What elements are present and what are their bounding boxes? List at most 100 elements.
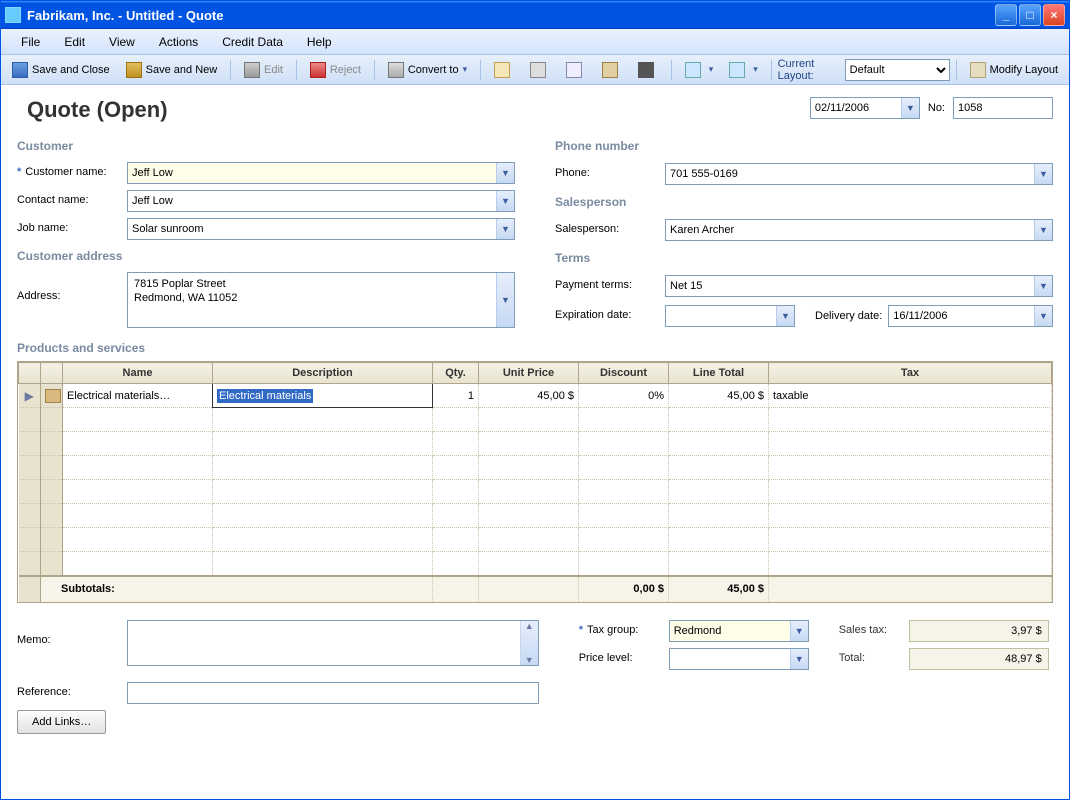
chevron-down-icon[interactable] xyxy=(1034,276,1052,296)
row-tax-cell[interactable]: taxable xyxy=(769,384,1052,408)
grid-header-qty[interactable]: Qty. xyxy=(433,363,479,384)
clipboard-icon xyxy=(602,62,618,78)
reference-input[interactable] xyxy=(127,682,539,704)
memo-input[interactable]: ▲ ▼ xyxy=(127,620,539,666)
product-icon xyxy=(45,389,61,403)
save-and-close-label: Save and Close xyxy=(32,64,110,76)
bottom-left: Memo: ▲ ▼ Reference: xyxy=(17,617,539,737)
address-input[interactable]: 7815 Poplar Street Redmond, WA 11052 xyxy=(127,272,515,328)
memo-scrollbar[interactable]: ▲ ▼ xyxy=(520,621,538,665)
grid-header-unit-price[interactable]: Unit Price xyxy=(479,363,579,384)
layout-select[interactable]: Default xyxy=(845,59,950,81)
chevron-down-icon[interactable] xyxy=(901,98,919,118)
scroll-down-icon[interactable]: ▼ xyxy=(525,655,534,665)
customer-name-input[interactable]: Jeff Low xyxy=(127,162,515,184)
row-line-total-cell[interactable]: 45,00 $ xyxy=(669,384,769,408)
chevron-down-icon[interactable] xyxy=(496,219,514,239)
row-description-cell[interactable]: Electrical materials xyxy=(213,384,433,408)
menu-help[interactable]: Help xyxy=(295,31,344,53)
current-layout-label: Current Layout: xyxy=(778,58,843,82)
job-name-input[interactable]: Solar sunroom xyxy=(127,218,515,240)
save-new-icon xyxy=(126,62,142,78)
empty-row[interactable] xyxy=(19,528,1052,552)
grid-header-tax[interactable]: Tax xyxy=(769,363,1052,384)
subtotals-row: Subtotals: 0,00 $ 45,00 $ xyxy=(19,576,1052,602)
empty-row[interactable] xyxy=(19,408,1052,432)
menu-view[interactable]: View xyxy=(97,31,147,53)
quote-window: Fabrikam, Inc. - Untitled - Quote _ □ × … xyxy=(0,0,1070,800)
quote-date-value: 02/11/2006 xyxy=(811,102,901,114)
chevron-down-icon[interactable] xyxy=(496,163,514,183)
chevron-down-icon[interactable] xyxy=(790,621,808,641)
expiration-date-input[interactable] xyxy=(665,305,795,327)
close-button[interactable]: × xyxy=(1043,4,1065,26)
table-row[interactable]: ▶ Electrical materials… Electrical mater… xyxy=(19,384,1052,408)
row-name-cell[interactable]: Electrical materials… xyxy=(63,384,213,408)
sales-tax-label: Sales tax: xyxy=(839,620,909,636)
row-unit-price-cell[interactable]: 45,00 $ xyxy=(479,384,579,408)
job-name-label: Job name: xyxy=(17,218,127,234)
delivery-date-input[interactable]: 16/11/2006 xyxy=(888,305,1053,327)
grid-header-discount[interactable]: Discount xyxy=(579,363,669,384)
save-and-new-button[interactable]: Save and New xyxy=(119,58,225,82)
print-preview-button[interactable] xyxy=(559,58,593,82)
save-and-close-button[interactable]: Save and Close xyxy=(5,58,117,82)
menu-actions[interactable]: Actions xyxy=(147,31,210,53)
price-level-input[interactable] xyxy=(669,648,809,670)
grid-header-line-total[interactable]: Line Total xyxy=(669,363,769,384)
mail-button[interactable] xyxy=(487,58,521,82)
chevron-down-icon[interactable] xyxy=(1034,164,1052,184)
maximize-button[interactable]: □ xyxy=(1019,4,1041,26)
totals-column: Sales tax: 3,97 $ Total: 48,97 $ xyxy=(839,617,1053,737)
chevron-down-icon[interactable] xyxy=(790,649,808,669)
edit-label: Edit xyxy=(264,64,283,76)
chevron-down-icon[interactable] xyxy=(1034,220,1052,240)
minimize-button[interactable]: _ xyxy=(995,4,1017,26)
print-button[interactable] xyxy=(523,58,557,82)
row-qty-cell[interactable]: 1 xyxy=(433,384,479,408)
tax-group-label: Tax group: xyxy=(579,620,669,636)
row-discount-cell[interactable]: 0% xyxy=(579,384,669,408)
edit-button: Edit xyxy=(237,58,290,82)
page-header: Quote (Open) 02/11/2006 No: xyxy=(17,93,1053,133)
convert-button[interactable]: Convert to ▾ xyxy=(381,58,474,82)
grid-header-description[interactable]: Description xyxy=(213,363,433,384)
chevron-down-icon[interactable] xyxy=(1034,306,1052,326)
modify-layout-button[interactable]: Modify Layout xyxy=(963,58,1065,82)
tax-group-input[interactable]: Redmond xyxy=(669,620,809,642)
grid-header-name[interactable]: Name xyxy=(63,363,213,384)
add-links-button[interactable]: Add Links… xyxy=(17,710,106,734)
quote-date-input[interactable]: 02/11/2006 xyxy=(810,97,920,119)
row-selector[interactable]: ▶ xyxy=(19,384,41,408)
titlebar: Fabrikam, Inc. - Untitled - Quote _ □ × xyxy=(1,1,1069,29)
payment-terms-input[interactable]: Net 15 xyxy=(665,275,1053,297)
quote-number-label: No: xyxy=(928,102,945,114)
empty-row[interactable] xyxy=(19,432,1052,456)
empty-row[interactable] xyxy=(19,480,1052,504)
content-area: Quote (Open) 02/11/2006 No: Customer Cus… xyxy=(1,85,1069,799)
toolbar-separator xyxy=(480,60,481,80)
phone-label: Phone: xyxy=(555,163,665,179)
empty-row[interactable] xyxy=(19,456,1052,480)
contact-name-input[interactable]: Jeff Low xyxy=(127,190,515,212)
nav-prev-icon xyxy=(685,62,701,78)
clipboard-button[interactable] xyxy=(595,58,629,82)
toolbar-separator xyxy=(671,60,672,80)
price-level-label: Price level: xyxy=(579,648,669,664)
scroll-up-icon[interactable]: ▲ xyxy=(525,621,534,631)
empty-row[interactable] xyxy=(19,552,1052,576)
chevron-down-icon[interactable] xyxy=(776,306,794,326)
phone-input[interactable]: 701 555-0169 xyxy=(665,163,1053,185)
chevron-down-icon[interactable] xyxy=(496,273,514,327)
menu-file[interactable]: File xyxy=(9,31,52,53)
empty-row[interactable] xyxy=(19,504,1052,528)
menu-edit[interactable]: Edit xyxy=(52,31,97,53)
salesperson-input[interactable]: Karen Archer xyxy=(665,219,1053,241)
chevron-down-icon[interactable] xyxy=(496,191,514,211)
customer-address-heading: Customer address xyxy=(17,243,515,269)
toolbar-separator xyxy=(230,60,231,80)
app-icon xyxy=(5,7,21,23)
menu-credit-data[interactable]: Credit Data xyxy=(210,31,295,53)
salesperson-label: Salesperson: xyxy=(555,219,665,235)
quote-number-input[interactable] xyxy=(953,97,1053,119)
